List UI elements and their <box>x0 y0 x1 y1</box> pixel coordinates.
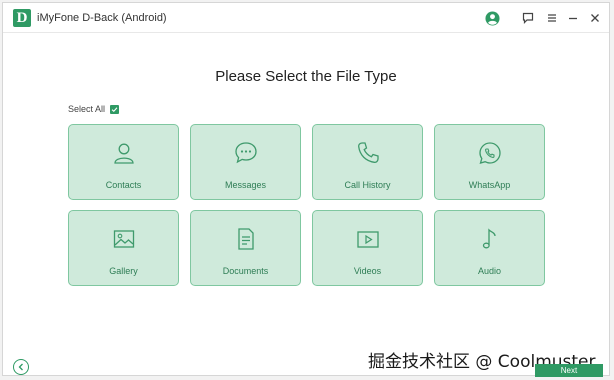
file-type-gallery[interactable]: Gallery <box>68 210 179 286</box>
select-all-label: Select All <box>68 104 106 114</box>
account-icon[interactable] <box>484 10 500 26</box>
select-all-checkbox[interactable]: Select All <box>68 104 120 114</box>
file-type-label: Audio <box>477 266 502 276</box>
page-title: Please Select the File Type <box>215 68 397 85</box>
file-type-call-history[interactable]: Call History <box>312 124 423 200</box>
file-type-label: Messages <box>224 180 267 190</box>
file-type-contacts[interactable]: Contacts <box>68 124 179 200</box>
app-logo: D <box>13 9 31 27</box>
contacts-icon <box>69 139 178 167</box>
file-type-whatsapp[interactable]: WhatsApp <box>434 124 545 200</box>
app-title: iMyFone D-Back (Android) <box>37 12 167 24</box>
file-type-label: Gallery <box>109 266 138 276</box>
file-type-label: Videos <box>353 266 382 276</box>
menu-icon[interactable] <box>544 10 560 26</box>
feedback-icon[interactable] <box>520 10 536 26</box>
video-icon <box>313 225 422 253</box>
file-type-audio[interactable]: Audio <box>434 210 545 286</box>
file-type-label: Contacts <box>105 180 142 190</box>
next-button[interactable]: Next <box>535 364 603 377</box>
file-type-videos[interactable]: Videos <box>312 210 423 286</box>
app-window: D iMyFone D-Back (Android) Please Select… <box>2 2 610 377</box>
minimize-icon[interactable] <box>565 10 581 26</box>
messages-icon <box>191 139 300 167</box>
checkbox-checked-icon[interactable] <box>110 104 120 114</box>
file-type-label: Call History <box>344 180 391 190</box>
music-note-icon <box>435 225 544 253</box>
gallery-icon <box>69 225 178 253</box>
close-icon[interactable] <box>587 10 603 26</box>
whatsapp-icon <box>435 139 544 167</box>
chevron-left-icon <box>18 363 23 371</box>
document-icon <box>191 225 300 253</box>
back-button[interactable] <box>13 359 29 375</box>
file-type-label: Documents <box>222 266 269 276</box>
file-type-label: WhatsApp <box>468 180 511 190</box>
phone-icon <box>313 139 422 167</box>
title-bar: D iMyFone D-Back (Android) <box>3 3 609 33</box>
file-type-messages[interactable]: Messages <box>190 124 301 200</box>
file-type-documents[interactable]: Documents <box>190 210 301 286</box>
